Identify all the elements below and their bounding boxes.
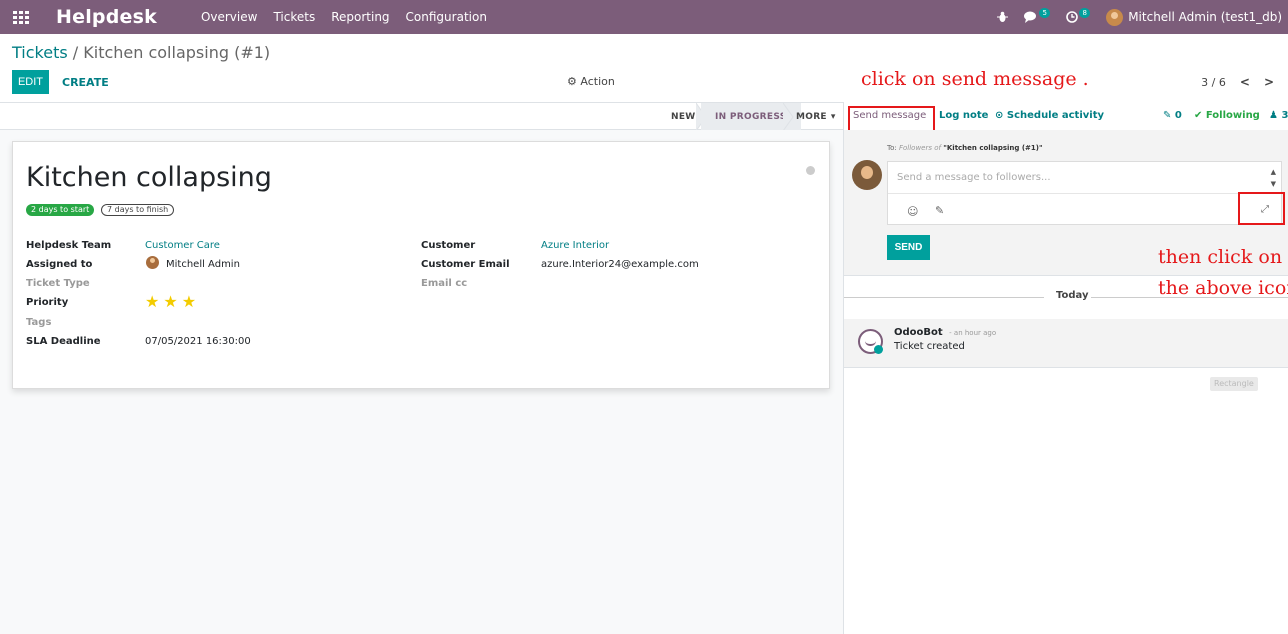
value-customer-email[interactable]: azure.Interior24@example.com — [541, 259, 699, 270]
attachments-button[interactable]: ✎ 0 — [1163, 110, 1182, 121]
assignee-avatar — [146, 256, 159, 269]
gear-icon: ⚙ — [567, 75, 577, 88]
navbar-systray: 5 8 Mitchell Admin (test1_db) — [981, 0, 1282, 34]
label-customer-email: Customer Email — [421, 259, 510, 270]
star-icon[interactable]: ★ — [163, 292, 181, 311]
schedule-activity-label: Schedule activity — [1006, 110, 1105, 121]
paperclip-icon: ✎ — [1163, 110, 1172, 121]
form-sheet: Kitchen collapsing 2 days to start 7 day… — [12, 141, 830, 389]
menu-configuration[interactable]: Configuration — [406, 10, 487, 24]
date-separator-label: Today — [1056, 290, 1089, 301]
pager-value[interactable]: 3 / 6 — [1201, 76, 1226, 89]
send-button[interactable]: SEND — [887, 235, 930, 260]
composer-avatar — [852, 160, 882, 190]
chatter-panel: Send message Log note ⊙ Schedule activit… — [843, 102, 1288, 634]
message-input[interactable] — [888, 162, 1281, 194]
pager-next-icon[interactable]: > — [1264, 75, 1274, 89]
label-sla-deadline: SLA Deadline — [26, 336, 101, 347]
label-priority: Priority — [26, 297, 69, 308]
scroll-arrows-icon[interactable]: ▲ ▼ — [1271, 166, 1276, 190]
activities-button[interactable]: 8 — [1066, 8, 1091, 23]
recipients-line: To: Followers of "Kitchen collapsing (#1… — [887, 144, 1043, 152]
action-dropdown[interactable]: ⚙ Action — [567, 75, 615, 88]
priority-stars[interactable]: ★★★ — [145, 292, 200, 311]
ticket-title[interactable]: Kitchen collapsing — [26, 162, 272, 193]
value-customer[interactable]: Azure Interior — [541, 240, 609, 251]
top-navbar: Helpdesk Overview Tickets Reporting Conf… — [0, 0, 1288, 34]
rectangle-tag: Rectangle — [1210, 377, 1258, 391]
edit-button[interactable]: EDIT — [12, 70, 49, 94]
label-helpdesk-team: Helpdesk Team — [26, 240, 112, 251]
create-button[interactable]: CREATE — [62, 76, 109, 89]
to-prefix: To: — [887, 144, 897, 152]
activities-badge: 8 — [1079, 8, 1091, 18]
action-label: Action — [580, 75, 615, 88]
followers-count: 3 — [1281, 110, 1288, 121]
user-icon: ♟ — [1269, 110, 1278, 121]
label-tags: Tags — [26, 317, 52, 328]
user-avatar[interactable] — [1106, 8, 1124, 26]
menu-reporting[interactable]: Reporting — [331, 10, 389, 24]
value-helpdesk-team[interactable]: Customer Care — [145, 240, 220, 251]
messages-badge: 5 — [1039, 8, 1051, 18]
stage-more-dropdown[interactable]: MORE ▾ — [790, 103, 842, 131]
sla-start-badge: 2 days to start — [26, 204, 95, 216]
bug-icon[interactable] — [997, 11, 1009, 23]
message-box: ▲▼ ☺ ✎ ⤢ — [887, 161, 1282, 225]
status-bar: NEW IN PROGRESS MORE ▾ — [0, 102, 843, 131]
app-name[interactable]: Helpdesk — [56, 6, 157, 28]
pager: 3 / 6 < > — [1201, 75, 1274, 89]
to-followers: Followers of — [898, 144, 941, 152]
chatter-topbar: Send message Log note ⊙ Schedule activit… — [844, 102, 1288, 134]
star-icon[interactable]: ★ — [182, 292, 200, 311]
menu-tickets[interactable]: Tickets — [273, 10, 315, 24]
breadcrumb-separator: / — [72, 43, 79, 62]
annotation-step1: click on send message . — [861, 68, 1089, 90]
followers-button[interactable]: ♟ 3 — [1269, 110, 1288, 121]
label-email-cc: Email cc — [421, 278, 468, 289]
kanban-state-icon[interactable] — [806, 166, 815, 175]
more-label: MORE — [796, 112, 827, 122]
message-body: Ticket created — [894, 341, 965, 352]
check-icon: ✔ — [1194, 110, 1203, 121]
chat-icon — [1024, 11, 1037, 23]
messages-button[interactable]: 5 — [1024, 8, 1051, 23]
paperclip-icon[interactable]: ✎ — [935, 204, 944, 217]
user-menu[interactable]: Mitchell Admin (test1_db) — [1128, 10, 1282, 24]
separator-line — [844, 297, 1044, 298]
label-customer: Customer — [421, 240, 476, 251]
annotation-step2-line1: then click on — [1158, 246, 1283, 268]
highlight-expand-icon — [1238, 192, 1285, 225]
main-menu: Overview Tickets Reporting Configuration — [201, 10, 503, 24]
message-item: OdooBot - an hour ago Ticket created — [844, 319, 1288, 368]
breadcrumb-tickets[interactable]: Tickets — [12, 43, 68, 62]
log-note-button[interactable]: Log note — [939, 110, 988, 121]
clock-icon: ⊙ — [995, 110, 1004, 121]
label-assigned-to: Assigned to — [26, 259, 93, 270]
breadcrumb-current: Kitchen collapsing (#1) — [83, 43, 271, 62]
value-assigned-to[interactable]: Mitchell Admin — [166, 259, 240, 270]
caret-down-icon: ▾ — [830, 112, 836, 122]
sla-finish-badge: 7 days to finish — [101, 204, 175, 216]
emoji-icon[interactable]: ☺ — [907, 205, 918, 218]
apps-grid-icon[interactable] — [13, 11, 29, 24]
message-author: OdooBot - an hour ago — [894, 327, 996, 338]
following-button[interactable]: ✔ Following — [1194, 110, 1260, 121]
annotation-step2-line2: the above icon — [1158, 277, 1288, 299]
label-ticket-type: Ticket Type — [26, 278, 90, 289]
message-time: - an hour ago — [949, 329, 997, 337]
to-record: "Kitchen collapsing (#1)" — [943, 144, 1043, 152]
following-label: Following — [1205, 110, 1260, 121]
breadcrumb: Tickets / Kitchen collapsing (#1) — [12, 43, 270, 62]
star-icon[interactable]: ★ — [145, 292, 163, 311]
schedule-activity-button[interactable]: ⊙ Schedule activity — [995, 110, 1104, 121]
value-sla-deadline: 07/05/2021 16:30:00 — [145, 336, 251, 347]
menu-overview[interactable]: Overview — [201, 10, 258, 24]
heart-icon — [874, 345, 883, 354]
clock-icon — [1066, 11, 1079, 23]
pager-previous-icon[interactable]: < — [1240, 75, 1250, 89]
attachments-count: 0 — [1174, 110, 1182, 121]
author-name[interactable]: OdooBot — [894, 327, 943, 338]
